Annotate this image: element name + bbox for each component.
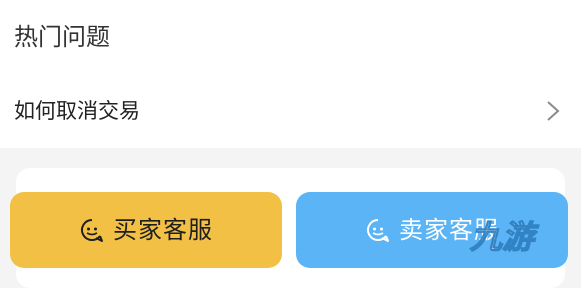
chevron-right-icon bbox=[547, 101, 560, 121]
faq-item-cancel-transaction[interactable]: 如何取消交易 bbox=[0, 88, 581, 134]
buyer-service-label: 买家客服 bbox=[113, 216, 213, 244]
smiley-chat-icon bbox=[367, 219, 389, 242]
smiley-chat-icon bbox=[81, 219, 103, 242]
jiuyou-watermark-logo: 九游 bbox=[468, 217, 540, 256]
buyer-service-button[interactable]: 买家客服 bbox=[10, 192, 282, 268]
faq-item-label: 如何取消交易 bbox=[14, 99, 140, 123]
hot-questions-title: 热门问题 bbox=[14, 23, 110, 51]
svg-text:九游: 九游 bbox=[469, 218, 540, 256]
